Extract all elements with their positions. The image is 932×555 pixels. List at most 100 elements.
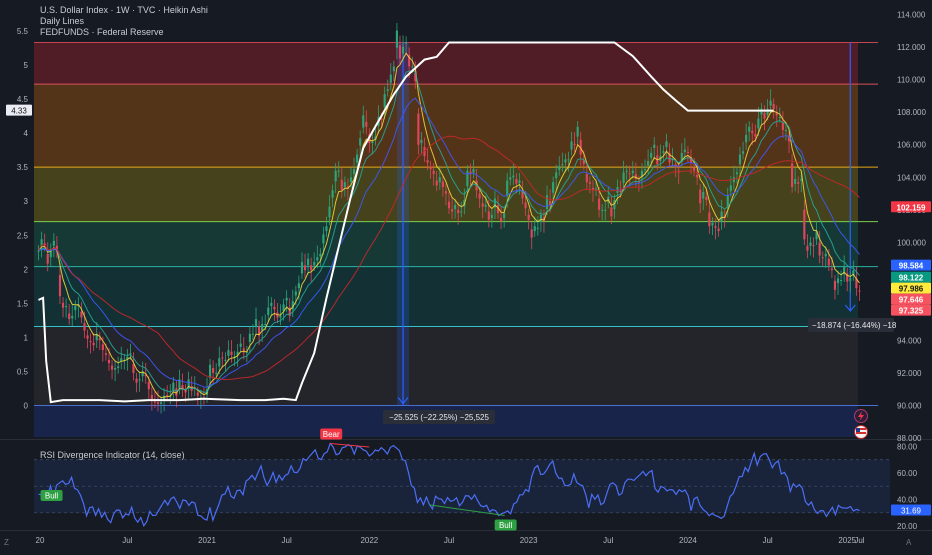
- candle-body[interactable]: [322, 234, 325, 244]
- candle-body[interactable]: [763, 112, 766, 119]
- candle-body[interactable]: [215, 372, 218, 374]
- candle-body[interactable]: [754, 134, 757, 137]
- symbol-title[interactable]: U.S. Dollar Index · 1W · TVC · Heikin As…: [40, 5, 208, 16]
- candle-body[interactable]: [717, 228, 720, 232]
- candle-body[interactable]: [714, 226, 717, 228]
- candle-body[interactable]: [61, 302, 65, 308]
- candle-body[interactable]: [417, 113, 420, 145]
- candle-body[interactable]: [836, 278, 840, 284]
- candle-body[interactable]: [708, 212, 711, 227]
- candle-body[interactable]: [80, 311, 83, 318]
- candle-body[interactable]: [821, 257, 824, 259]
- candle-body[interactable]: [604, 209, 607, 211]
- candle-body[interactable]: [429, 166, 432, 170]
- candle-body[interactable]: [208, 364, 212, 378]
- candle-body[interactable]: [683, 149, 686, 153]
- candle-body[interactable]: [509, 177, 512, 180]
- candle-body[interactable]: [110, 365, 114, 370]
- candle-body[interactable]: [803, 209, 806, 240]
- candle-body[interactable]: [643, 169, 647, 171]
- candle-body[interactable]: [545, 195, 549, 210]
- candle-body[interactable]: [264, 324, 267, 325]
- candle-body[interactable]: [383, 94, 386, 108]
- candle-body[interactable]: [720, 211, 723, 223]
- candle-body[interactable]: [622, 172, 625, 184]
- candle-body[interactable]: [726, 195, 729, 206]
- candle-body[interactable]: [310, 265, 313, 271]
- candle-body[interactable]: [849, 278, 852, 281]
- candle-body[interactable]: [472, 169, 475, 173]
- candle-body[interactable]: [153, 401, 157, 403]
- candle-body[interactable]: [294, 291, 297, 296]
- timezone-corner[interactable]: Z: [4, 538, 9, 547]
- candle-body[interactable]: [297, 283, 300, 289]
- candle-body[interactable]: [230, 351, 233, 355]
- candle-body[interactable]: [313, 262, 316, 266]
- candle-body[interactable]: [512, 175, 515, 178]
- candle-body[interactable]: [441, 181, 444, 188]
- candle-body[interactable]: [555, 172, 558, 179]
- candle-body[interactable]: [212, 368, 215, 373]
- candle-body[interactable]: [328, 206, 331, 218]
- candle-body[interactable]: [778, 116, 781, 118]
- candle-body[interactable]: [524, 202, 527, 209]
- candle-body[interactable]: [625, 170, 628, 172]
- candle-body[interactable]: [812, 244, 815, 246]
- candle-body[interactable]: [827, 258, 830, 266]
- candle-body[interactable]: [401, 46, 405, 54]
- candle-body[interactable]: [392, 66, 395, 72]
- candle-body[interactable]: [319, 253, 322, 257]
- daily-lines-title[interactable]: Daily Lines: [40, 16, 208, 27]
- candle-body[interactable]: [135, 378, 138, 383]
- candle-body[interactable]: [748, 126, 751, 132]
- candle-body[interactable]: [840, 279, 843, 281]
- candle-body[interactable]: [757, 118, 760, 129]
- candle-body[interactable]: [824, 253, 827, 257]
- candle-body[interactable]: [650, 152, 653, 158]
- candle-body[interactable]: [702, 191, 705, 199]
- fedfunds-title[interactable]: FEDFUNDS · Federal Reserve: [40, 27, 208, 38]
- candle-body[interactable]: [536, 227, 539, 229]
- chart-legend[interactable]: U.S. Dollar Index · 1W · TVC · Heikin As…: [40, 5, 208, 38]
- candle-body[interactable]: [699, 189, 702, 204]
- candle-body[interactable]: [692, 167, 696, 171]
- candle-body[interactable]: [389, 74, 392, 83]
- candle-body[interactable]: [147, 381, 150, 390]
- candle-body[interactable]: [239, 343, 242, 347]
- candle-body[interactable]: [794, 178, 797, 184]
- candle-body[interactable]: [331, 190, 334, 198]
- candle-body[interactable]: [769, 100, 772, 106]
- candle-body[interactable]: [386, 89, 389, 91]
- candle-body[interactable]: [573, 143, 576, 145]
- candle-body[interactable]: [398, 45, 402, 59]
- candle-body[interactable]: [647, 161, 650, 166]
- candle-body[interactable]: [503, 213, 506, 219]
- candle-body[interactable]: [65, 306, 68, 308]
- us-flag-icon[interactable]: [854, 425, 868, 439]
- candle-body[interactable]: [337, 170, 340, 172]
- candle-body[interactable]: [359, 138, 362, 146]
- candle-body[interactable]: [426, 160, 429, 163]
- auto-scale-corner[interactable]: A: [906, 538, 911, 547]
- candle-body[interactable]: [166, 394, 169, 396]
- candle-body[interactable]: [601, 209, 604, 211]
- candle-body[interactable]: [735, 172, 739, 175]
- rsi-title[interactable]: RSI Divergence Indicator (14, close): [40, 450, 185, 460]
- candle-body[interactable]: [791, 163, 794, 188]
- candle-body[interactable]: [628, 173, 631, 175]
- candle-body[interactable]: [356, 154, 359, 163]
- candle-body[interactable]: [696, 174, 699, 178]
- candle-body[interactable]: [858, 290, 861, 292]
- candle-body[interactable]: [218, 358, 221, 367]
- candle-body[interactable]: [343, 182, 346, 188]
- candle-body[interactable]: [325, 226, 328, 232]
- candle-body[interactable]: [365, 121, 368, 127]
- candle-body[interactable]: [818, 242, 821, 256]
- candle-body[interactable]: [711, 222, 714, 226]
- candle-body[interactable]: [772, 103, 775, 109]
- candle-body[interactable]: [74, 306, 77, 311]
- candle-body[interactable]: [92, 342, 95, 346]
- candle-body[interactable]: [705, 196, 708, 201]
- candle-body[interactable]: [830, 268, 833, 271]
- candle-body[interactable]: [150, 394, 153, 399]
